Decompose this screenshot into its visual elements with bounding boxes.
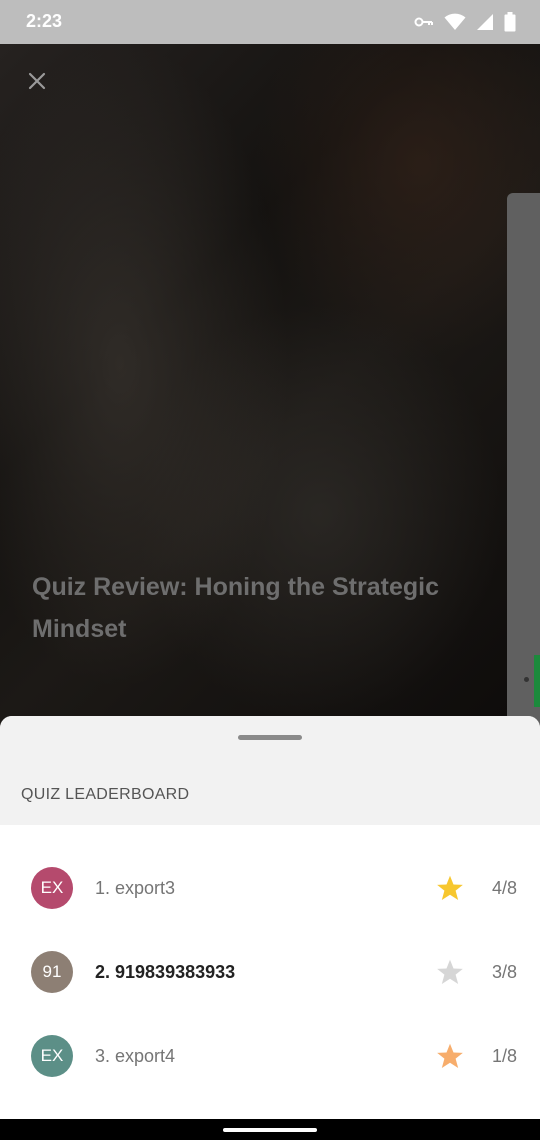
status-icons: [414, 12, 516, 32]
avatar: EX: [31, 867, 73, 909]
status-time: 2:23: [26, 11, 63, 31]
star-icon: [437, 1043, 463, 1069]
avatar: 91: [31, 951, 73, 993]
hero-background: Quiz Review: Honing the Strategic Mindse…: [0, 44, 540, 753]
leaderboard-row[interactable]: EX 3. export4 1/8: [0, 1014, 540, 1098]
navigation-bar: [0, 1119, 540, 1140]
leaderboard-row[interactable]: 91 2. 919839383933 3/8: [0, 930, 540, 1014]
leaderboard-title: QUIZ LEADERBOARD: [21, 786, 190, 803]
home-gesture-handle[interactable]: [223, 1128, 317, 1132]
score: 1/8: [491, 1045, 517, 1066]
close-icon: [28, 72, 46, 90]
score: 3/8: [491, 961, 517, 982]
player-name: 2. 919839383933: [95, 961, 236, 982]
avatar: EX: [31, 1035, 73, 1077]
vpn-key-icon: [414, 17, 433, 27]
player-name: 1. export3: [95, 877, 176, 898]
signal-icon: [477, 14, 493, 30]
status-bar: 2:23: [0, 0, 540, 44]
sheet-header: QUIZ LEADERBOARD: [0, 716, 540, 825]
player-name: 3. export4: [95, 1045, 176, 1066]
star-icon: [437, 875, 463, 901]
battery-icon: [504, 12, 516, 32]
drag-handle[interactable]: [238, 735, 302, 740]
close-button[interactable]: [22, 66, 52, 96]
next-card-bullet: [524, 677, 529, 682]
star-icon: [437, 959, 463, 985]
score: 4/8: [491, 877, 517, 898]
next-card-accent: [534, 655, 540, 707]
quiz-title: Quiz Review: Honing the Strategic Mindse…: [32, 573, 439, 643]
leaderboard-sheet: QUIZ LEADERBOARD EX 1. export3 4/8 91 2.…: [0, 716, 540, 1119]
wifi-icon: [444, 13, 466, 30]
leaderboard-row[interactable]: EX 1. export3 4/8: [0, 846, 540, 930]
